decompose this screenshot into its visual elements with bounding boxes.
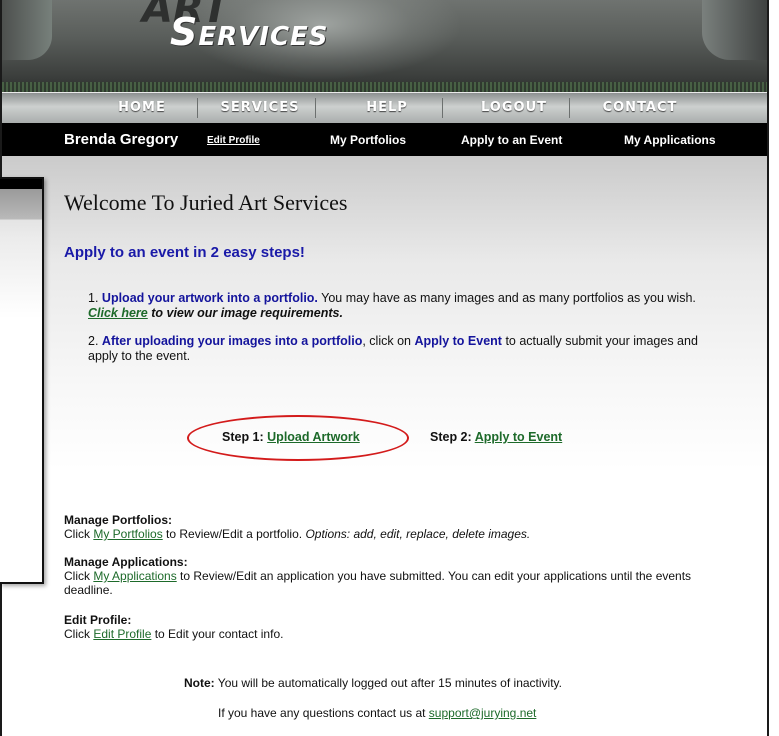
inactivity-note: Note: You will be automatically logged o… [184,676,684,690]
edit-profile-inline-link[interactable]: Edit Profile [93,627,151,641]
header-stripe [2,82,767,92]
manage-portfolios-post: to Review/Edit a portfolio. [162,527,306,541]
manage-applications-pre: Click [64,569,94,583]
logo-rest: ERVICES [198,22,329,52]
step-1-bold: Upload your artwork into a portfolio. [101,291,318,305]
nav-help[interactable]: HELP [332,98,443,118]
step-2-text-1: , click on [362,334,415,348]
edit-profile-colon: : [127,613,132,627]
nav-contact[interactable]: CONTACT [585,98,695,118]
page-title: Welcome To Juried Art Services [64,190,348,215]
step-1-number: 1. [88,291,99,305]
user-name: Brenda Gregory [64,131,179,148]
apply-to-event-link[interactable]: Apply to an Event [461,133,562,147]
page-subtitle: Apply to an event in 2 easy steps! [64,244,305,261]
support-email-link[interactable]: support@jurying.net [429,706,537,720]
manage-applications-block: Manage Applications: Click My Applicatio… [64,555,734,597]
contact-line: If you have any questions contact us at … [218,706,718,720]
my-applications-inline-link[interactable]: My Applications [93,569,176,583]
contact-text: If you have any questions contact us at [218,706,429,720]
logo-initial: S [170,10,199,54]
note-text: You will be automatically logged out aft… [214,676,562,690]
my-portfolios-link[interactable]: My Portfolios [330,133,406,147]
edit-profile-pre: Click [64,627,94,641]
step-2-bold-2: Apply to Event [414,334,502,348]
upload-artwork-link[interactable]: Upload Artwork [267,430,360,444]
page-frame: ART SERVICES HOME SERVICES HELP LOGOUT C… [0,0,769,736]
instruction-step-1: 1. Upload your artwork into a portfolio.… [88,291,728,321]
manage-applications-colon: : [183,555,188,569]
step-1-text: You may have as many images and as many … [317,291,696,305]
nav-home[interactable]: HOME [87,98,198,118]
main-nav: HOME SERVICES HELP LOGOUT CONTACT [2,92,767,124]
nav-logout[interactable]: LOGOUT [459,98,570,118]
edit-profile-link[interactable]: Edit Profile [207,135,260,146]
edit-profile-post: to Edit your contact info. [151,627,284,641]
steps-row: Step 1: Upload Artwork Step 2: Apply to … [64,430,724,450]
manage-portfolios-colon: : [168,513,173,527]
my-applications-link[interactable]: My Applications [624,133,716,147]
step-2-label: Step 2: [430,430,475,444]
step-1-label: Step 1: [222,430,268,444]
step-1-group: Step 1: Upload Artwork [222,430,360,444]
manage-portfolios-heading: Manage Portfolios [64,513,169,527]
edit-profile-block: Edit Profile: Click Edit Profile to Edit… [64,613,734,641]
my-portfolios-inline-link[interactable]: My Portfolios [93,527,162,541]
instruction-step-2: 2. After uploading your images into a po… [88,334,728,364]
site-logo[interactable]: SERVICES [170,10,329,54]
manage-portfolios-block: Manage Portfolios: Click My Portfolios t… [64,513,734,541]
step-1-after: to view our image requirements. [147,306,343,320]
edit-profile-heading: Edit Profile [64,613,128,627]
overlay-window-edge [0,177,44,584]
step-2-number: 2. [88,334,99,348]
user-subnav: Brenda Gregory Edit Profile My Portfolio… [2,123,767,156]
note-label: Note: [184,676,215,690]
header-pillar-left [2,0,52,60]
image-requirements-link[interactable]: Click here [88,306,148,320]
manage-portfolios-options: Options: add, edit, replace, delete imag… [305,527,531,541]
manage-applications-heading: Manage Applications [64,555,184,569]
manage-portfolios-pre: Click [64,527,94,541]
step-2-bold: After uploading your images into a portf… [101,334,363,348]
site-header: ART SERVICES [2,0,767,92]
apply-to-event-step-link[interactable]: Apply to Event [475,430,563,444]
nav-services[interactable]: SERVICES [205,98,316,118]
header-pillar-right [702,0,767,60]
step-2-group: Step 2: Apply to Event [430,430,562,444]
